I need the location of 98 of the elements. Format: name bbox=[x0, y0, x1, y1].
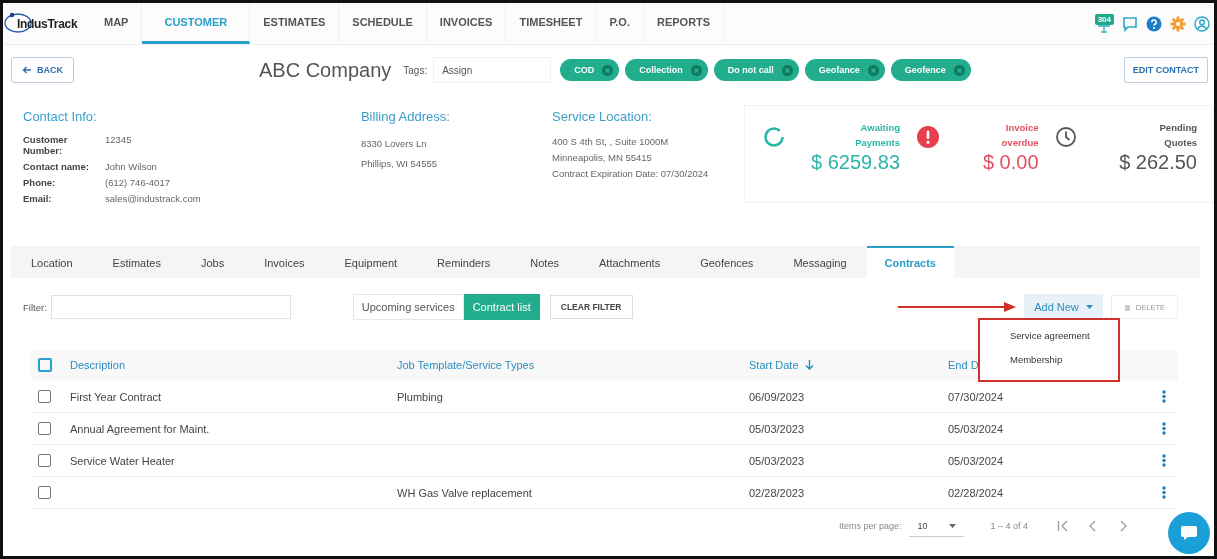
address-line: 400 S 4th St, , Suite 1000M bbox=[552, 135, 670, 149]
user-icon[interactable] bbox=[1194, 15, 1210, 32]
tab[interactable]: Notes bbox=[510, 246, 580, 278]
tab[interactable]: Location bbox=[11, 246, 93, 278]
back-button[interactable]: BACK bbox=[11, 57, 74, 83]
section-heading: Contact Info: bbox=[23, 109, 98, 124]
checkbox[interactable] bbox=[38, 390, 51, 403]
arrow-left-icon bbox=[22, 66, 32, 74]
remove-icon[interactable] bbox=[690, 64, 702, 76]
table-cell: 05/03/2024 bbox=[948, 422, 1004, 435]
address-line: Minneapolis, MN 55415 bbox=[552, 151, 653, 165]
table-cell: Plumbing bbox=[397, 390, 443, 403]
company-name: ABC Company bbox=[259, 58, 392, 82]
tab[interactable]: Attachments bbox=[579, 246, 681, 278]
nav-tab[interactable]: INVOICES bbox=[426, 3, 507, 44]
chat-bubble-icon bbox=[1180, 525, 1198, 541]
checkbox[interactable] bbox=[38, 486, 51, 499]
table-cell: WH Gas Valve replacement bbox=[397, 486, 532, 499]
caret-down-icon bbox=[949, 523, 957, 528]
section-heading: Billing Address: bbox=[360, 109, 451, 124]
alert-icon bbox=[916, 126, 939, 148]
stat-amount: $ 262.50 bbox=[1119, 151, 1197, 174]
sort-down-icon[interactable] bbox=[804, 360, 814, 370]
clock-icon bbox=[1055, 126, 1077, 148]
monitor-icon[interactable] bbox=[1096, 25, 1113, 33]
field-label: Customer Number: bbox=[23, 134, 69, 156]
field-label: Email: bbox=[23, 193, 53, 204]
field-label: Phone: bbox=[23, 177, 57, 188]
tags-label: Tags: bbox=[403, 64, 428, 76]
tab[interactable]: Estimates bbox=[92, 246, 181, 278]
table-cell: 02/28/2023 bbox=[749, 486, 805, 499]
clear-filter-button[interactable]: CLEAR FILTER bbox=[549, 295, 633, 319]
nav-tab[interactable]: TIMESHEET bbox=[506, 3, 597, 44]
field-value: 12345 bbox=[105, 134, 133, 147]
field-label: Contact name: bbox=[23, 161, 90, 172]
page-size-select[interactable]: 10 bbox=[909, 515, 965, 537]
column-header[interactable]: Start Date bbox=[749, 359, 814, 371]
address-line: Phillips, WI 54555 bbox=[360, 157, 438, 171]
tab[interactable]: Invoices bbox=[244, 246, 325, 278]
checkbox[interactable] bbox=[38, 358, 52, 372]
more-vertical-icon[interactable] bbox=[1162, 390, 1166, 403]
nav-tab[interactable]: P.O. bbox=[596, 3, 644, 44]
stat-amount: $ 0.00 bbox=[982, 151, 1039, 174]
remove-icon[interactable] bbox=[781, 64, 793, 76]
nav-tab[interactable]: REPORTS bbox=[644, 3, 725, 44]
nav-tab[interactable]: ESTIMATES bbox=[250, 3, 340, 44]
more-vertical-icon[interactable] bbox=[1162, 486, 1166, 499]
checkbox[interactable] bbox=[38, 422, 51, 435]
checkbox[interactable] bbox=[38, 454, 51, 467]
field-value: (612) 746-4017 bbox=[105, 177, 171, 188]
edit-contact-button[interactable]: EDIT CONTACT bbox=[1123, 57, 1208, 83]
tab[interactable]: Geofences bbox=[680, 246, 774, 278]
page-range: 1 – 4 of 4 bbox=[990, 521, 1028, 531]
remove-icon[interactable] bbox=[953, 64, 965, 76]
remove-icon[interactable] bbox=[602, 64, 614, 76]
more-vertical-icon[interactable] bbox=[1162, 422, 1166, 435]
first-page-icon[interactable] bbox=[1057, 520, 1069, 532]
table-cell: 05/03/2024 bbox=[948, 454, 1004, 467]
table-cell: 05/03/2023 bbox=[749, 454, 805, 467]
table-cell: Annual Agreement for Maint. bbox=[70, 422, 210, 435]
column-header[interactable]: Description bbox=[70, 359, 126, 371]
chat-icon[interactable] bbox=[1122, 15, 1138, 32]
tab[interactable]: Reminders bbox=[417, 246, 511, 278]
address-line: 8330 Lovers Ln bbox=[360, 137, 428, 151]
menu-item[interactable]: Membership bbox=[980, 348, 1118, 372]
address-line: Contract Expiration Date: 07/30/2024 bbox=[552, 167, 710, 181]
table-cell: First Year Contract bbox=[70, 390, 162, 403]
items-per-page-label: Items per page: bbox=[838, 521, 902, 531]
remove-icon[interactable] bbox=[867, 64, 879, 76]
stat-amount: $ 6259.83 bbox=[811, 151, 901, 174]
section-heading: Service Location: bbox=[552, 109, 653, 124]
tab[interactable]: Equipment bbox=[324, 246, 418, 278]
stat-label: Pending Quotes bbox=[1158, 121, 1197, 150]
segment-button[interactable]: Upcoming services bbox=[352, 294, 464, 320]
stat-label: Invoice overdue bbox=[1000, 121, 1039, 150]
help-icon[interactable] bbox=[1146, 15, 1162, 32]
field-value: John Wilson bbox=[105, 161, 158, 172]
tab[interactable]: Messaging bbox=[773, 246, 867, 278]
nav-tab[interactable]: MAP bbox=[91, 3, 143, 44]
column-header[interactable]: Job Template/Service Types bbox=[397, 359, 535, 371]
field-value: sales@industrack.com bbox=[105, 193, 202, 204]
tab[interactable]: Jobs bbox=[180, 246, 245, 278]
table-cell: Service Water Heater bbox=[70, 454, 175, 467]
more-vertical-icon[interactable] bbox=[1162, 454, 1166, 467]
chat-button[interactable] bbox=[1168, 512, 1210, 554]
stat-label: Awaiting Payments bbox=[854, 121, 901, 150]
caret-down-icon bbox=[1085, 305, 1093, 309]
table-cell: 06/09/2023 bbox=[749, 390, 805, 403]
menu-item[interactable]: Service agreement bbox=[980, 324, 1118, 348]
notification-count: 304 bbox=[1094, 14, 1114, 25]
table-cell: 02/28/2024 bbox=[948, 486, 1004, 499]
table-cell: 05/03/2023 bbox=[749, 422, 805, 435]
tag-input-field[interactable]: Assign bbox=[433, 57, 552, 83]
settings-icon[interactable] bbox=[1170, 15, 1186, 32]
table-cell: 07/30/2024 bbox=[948, 390, 1004, 403]
spinner-ring-icon bbox=[763, 126, 786, 148]
nav-tab[interactable]: SCHEDULE bbox=[339, 3, 427, 44]
column-header[interactable]: End D bbox=[948, 359, 979, 371]
